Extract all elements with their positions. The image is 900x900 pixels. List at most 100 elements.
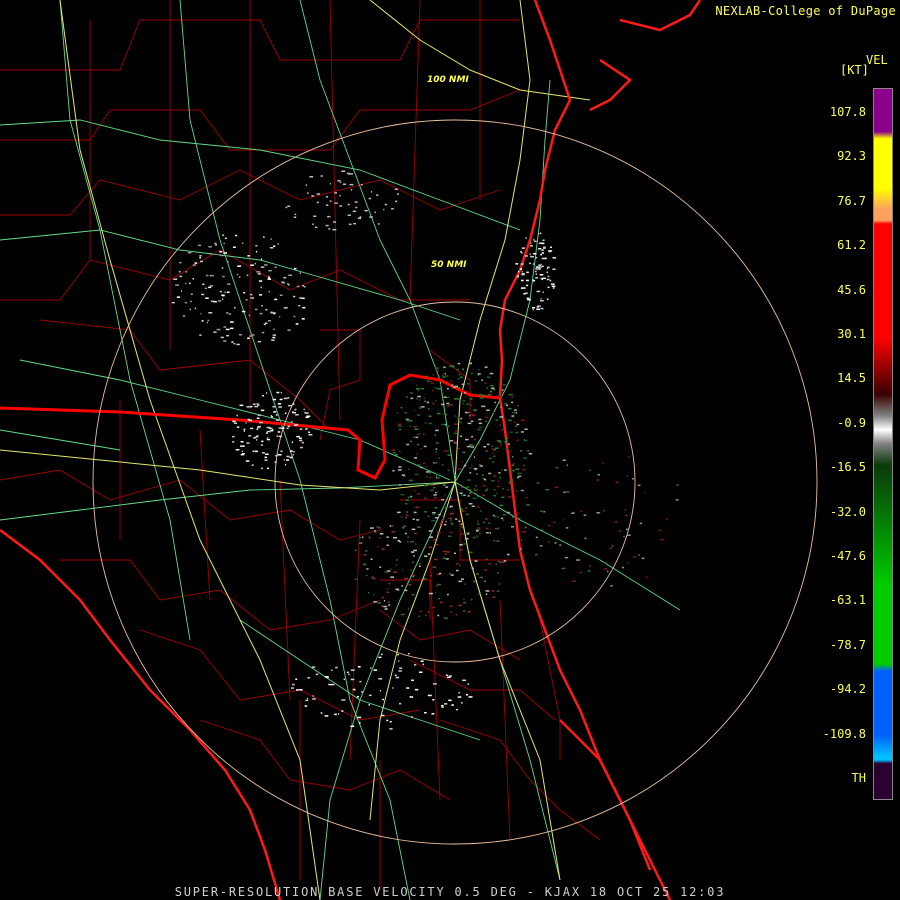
echo-gate — [273, 411, 277, 413]
echo-gate — [458, 468, 462, 470]
echo-gate — [233, 342, 236, 345]
echo-gate — [262, 452, 265, 454]
echo-gate — [359, 680, 362, 683]
echo-gate — [443, 413, 446, 415]
echo-gate — [229, 327, 234, 330]
echo-gate — [541, 529, 544, 531]
echo-gate — [549, 279, 552, 282]
echo-gate — [554, 486, 559, 489]
echo-gate — [389, 728, 393, 730]
echo-gate — [493, 495, 496, 497]
echo-gate — [457, 387, 461, 389]
echo-gate — [450, 519, 452, 521]
echo-gate — [234, 307, 236, 309]
echo-gate — [458, 421, 462, 424]
echo-gate — [541, 278, 544, 281]
echo-gate — [179, 275, 182, 278]
echo-gate — [381, 714, 385, 717]
echo-gate — [436, 473, 439, 476]
echo-gate — [520, 287, 523, 289]
echo-gate — [450, 522, 453, 524]
echo-gate — [564, 556, 569, 559]
echo-gate — [495, 447, 499, 449]
echo-gate — [430, 484, 434, 486]
echo-gate — [250, 297, 254, 299]
echo-gate — [430, 489, 434, 491]
echo-gate — [455, 708, 458, 711]
echo-gate — [615, 481, 619, 483]
echo-gate — [445, 486, 449, 488]
echo-gate — [255, 250, 258, 253]
echo-gate — [381, 596, 385, 599]
echo-gate — [328, 228, 331, 230]
echo-gate — [444, 372, 446, 375]
radar-map: 100 NMI 50 NMI — [0, 0, 900, 900]
echo-gate — [366, 574, 368, 577]
echo-gate — [335, 666, 338, 669]
echo-gate — [473, 444, 475, 447]
echo-gate — [260, 409, 265, 412]
echo-gate — [332, 228, 337, 231]
echo-gate — [505, 439, 508, 441]
echo-gate — [395, 564, 397, 566]
echo-gate — [471, 464, 473, 467]
echo-gate — [425, 375, 428, 378]
echo-gate — [467, 611, 471, 613]
echo-gate — [550, 283, 555, 285]
echo-gate — [315, 673, 319, 676]
echo-gate — [181, 290, 183, 292]
echo-gate — [449, 506, 451, 508]
echo-gate — [425, 465, 427, 468]
echo-gate — [420, 448, 422, 450]
echo-gate — [481, 405, 486, 408]
echo-gate — [416, 453, 418, 455]
echo-gate — [477, 495, 480, 498]
echo-gate — [230, 321, 234, 323]
echo-gate — [432, 402, 435, 405]
echo-gate — [274, 298, 278, 301]
echo-gate — [473, 580, 476, 583]
echo-gate — [236, 426, 240, 428]
echo-gate — [357, 666, 361, 668]
echo-gate — [530, 255, 534, 258]
echo-gate — [404, 577, 408, 580]
echo-gate — [443, 366, 446, 369]
legend-tick: 92.3 — [837, 149, 866, 164]
echo-gate — [270, 238, 272, 240]
echo-gate — [394, 188, 398, 190]
echo-gate — [463, 465, 466, 467]
echo-gate — [284, 412, 287, 414]
echo-gate — [539, 274, 544, 276]
echo-gate — [447, 469, 450, 472]
echo-gate — [378, 656, 382, 659]
echo-gate — [410, 569, 412, 571]
velocity-color-scale — [873, 88, 893, 800]
echo-gate — [456, 368, 460, 371]
echo-gate — [495, 419, 498, 421]
echo-gate — [232, 441, 235, 443]
echo-gate — [449, 605, 453, 607]
legend-tick: -94.2 — [829, 682, 866, 697]
echo-gate — [411, 528, 416, 531]
echo-gate — [437, 597, 441, 600]
echo-gate — [543, 247, 546, 249]
echo-gate — [360, 184, 363, 186]
echo-gate — [529, 262, 531, 265]
echo-gate — [418, 671, 423, 673]
echo-gate — [295, 414, 299, 416]
echo-gate — [423, 485, 428, 487]
echo-gate — [449, 365, 451, 368]
echo-gate — [418, 615, 421, 617]
echo-gate — [508, 419, 512, 422]
echo-gate — [505, 404, 508, 407]
echo-gate — [469, 551, 473, 554]
echo-gate — [329, 200, 332, 202]
echo-gate — [609, 547, 612, 550]
echo-gate — [274, 266, 277, 269]
echo-gate — [503, 560, 507, 562]
echo-gate — [370, 191, 373, 193]
echo-gate — [434, 507, 438, 509]
echo-gate — [515, 468, 520, 471]
echo-gate — [350, 725, 355, 727]
echo-gate — [432, 606, 435, 609]
